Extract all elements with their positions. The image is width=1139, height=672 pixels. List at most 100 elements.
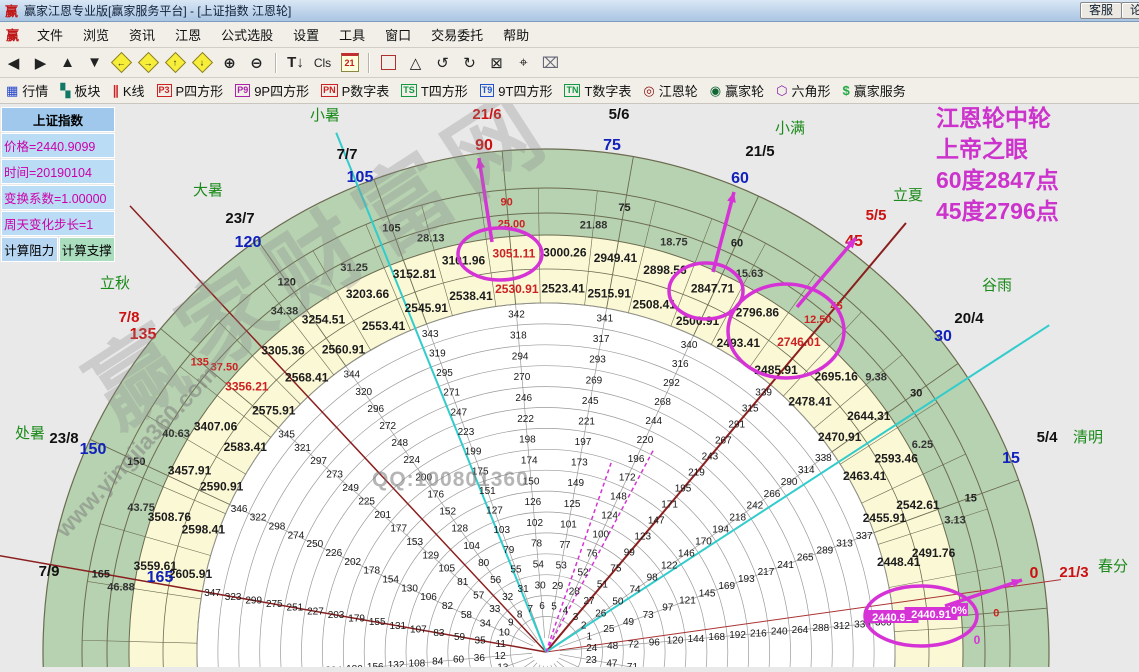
cls-button[interactable]: Cls	[310, 51, 335, 74]
axis-degree-label: 135	[130, 326, 157, 343]
spiral-number: 126	[525, 497, 542, 508]
spiral-number: 202	[344, 557, 361, 568]
menu-gann[interactable]: 江恩	[165, 23, 211, 46]
spiral-number: 1	[586, 631, 592, 642]
forum-button[interactable]: 论坛	[1120, 2, 1139, 19]
spiral-number: 200	[415, 472, 432, 483]
back-arrow-icon[interactable]: ◀	[1, 51, 26, 74]
tab-p-square[interactable]: P3 P四方形	[156, 81, 223, 100]
spiral-number: 195	[675, 484, 692, 495]
tab-t-number-table[interactable]: TN T数字表	[564, 81, 631, 100]
calc-resistance-button[interactable]: 计算阻力	[1, 237, 58, 262]
tab-sectors[interactable]: ▚ 板块	[60, 81, 100, 100]
spiral-number: 298	[269, 522, 286, 533]
price-field: 价格=2440.9099	[1, 133, 115, 158]
spiral-number: 6	[539, 601, 545, 612]
axis-date-label: 23/8	[49, 430, 78, 447]
menu-help[interactable]: 帮助	[493, 23, 539, 46]
spiral-number: 77	[559, 540, 571, 551]
spiral-number: 33	[489, 604, 501, 615]
spiral-number: 247	[450, 407, 467, 418]
spiral-number: 218	[729, 513, 746, 524]
diamond-right-icon[interactable]: →	[136, 51, 161, 74]
calendar-icon[interactable]: 21	[337, 51, 362, 74]
time-axis-icon[interactable]: T↓	[283, 51, 308, 74]
spiral-number: 128	[451, 524, 468, 535]
axis-degree-label: 30	[934, 328, 952, 345]
spiral-number: 240	[771, 627, 788, 638]
step-field: 周天变化步长=1	[1, 211, 115, 236]
tab-9t-square[interactable]: T9 9T四方形	[479, 81, 552, 100]
menu-file[interactable]: 文件	[27, 23, 73, 46]
tab-9p-square[interactable]: P9 9P四方形	[235, 81, 309, 100]
forward-arrow-icon[interactable]: ▶	[28, 51, 53, 74]
fit-window-icon[interactable]: ⊠	[484, 51, 509, 74]
tab-winner-wheel[interactable]: ◉ 赢家轮	[710, 81, 764, 100]
spiral-number: 72	[628, 639, 640, 650]
menu-logo-icon: 赢	[6, 28, 20, 43]
rotate-cw-icon[interactable]: ↻	[457, 51, 482, 74]
spiral-number: 49	[623, 617, 635, 628]
solar-term-label: 小满	[775, 120, 805, 137]
spiral-number: 197	[575, 437, 592, 448]
menu-formula-stock-picking[interactable]: 公式选股	[211, 23, 283, 46]
up-arrow-icon[interactable]: ▲	[55, 51, 80, 74]
calc-support-button[interactable]: 计算支撑	[58, 237, 115, 262]
menu-window[interactable]: 窗口	[375, 23, 421, 46]
spiral-number: 245	[582, 396, 599, 407]
spiral-number: 50	[612, 597, 624, 608]
zoom-out-icon[interactable]: ⊖	[244, 51, 269, 74]
tab-p-number-table[interactable]: PN P数字表	[321, 81, 389, 100]
crosshair-icon[interactable]: ⌖	[511, 51, 536, 74]
diamond-down-icon[interactable]: ↓	[190, 51, 215, 74]
triangle-tool-icon[interactable]: △	[403, 51, 428, 74]
price-ring-inner-value: 2568.41	[285, 371, 329, 385]
degree-ring-value: 15	[965, 492, 977, 504]
spiral-number: 32	[502, 592, 514, 603]
spiral-number: 201	[374, 510, 391, 521]
tab-winner-service[interactable]: $ 赢家服务	[843, 81, 906, 100]
spiral-number: 220	[637, 435, 654, 446]
spiral-number: 288	[813, 623, 830, 634]
tab-quotes[interactable]: ▦ 行情	[6, 81, 48, 100]
spiral-number: 107	[410, 624, 427, 635]
spiral-number: 226	[325, 548, 342, 559]
spiral-number: 251	[287, 603, 304, 614]
tab-hexagon[interactable]: ⬡ 六角形	[776, 81, 830, 100]
menu-news[interactable]: 资讯	[119, 23, 165, 46]
zoom-in-icon[interactable]: ⊕	[217, 51, 242, 74]
spiral-number: 4	[563, 605, 569, 616]
instrument-panel: 上证指数 价格=2440.9099 时间=20190104 变换系数=1.000…	[1, 107, 115, 262]
menu-browse[interactable]: 浏览	[73, 23, 119, 46]
menu-tools[interactable]: 工具	[329, 23, 375, 46]
spiral-number: 222	[517, 414, 534, 425]
spiral-number: 98	[647, 573, 659, 584]
degree-ring-value: 135	[191, 356, 209, 368]
menu-trading[interactable]: 交易委托	[421, 23, 493, 46]
square-tool-icon[interactable]	[376, 51, 401, 74]
menu-settings[interactable]: 设置	[283, 23, 329, 46]
diamond-left-icon[interactable]: ←	[109, 51, 134, 74]
spiral-number: 177	[390, 523, 407, 534]
spiral-number: 273	[326, 470, 343, 481]
price-ring-inner-value: 2523.41	[541, 281, 585, 295]
diamond-up-icon[interactable]: ↑	[163, 51, 188, 74]
spiral-number: 347	[204, 588, 221, 599]
spiral-number: 12	[495, 651, 507, 662]
customer-service-button[interactable]: 客服	[1079, 2, 1122, 19]
rotate-ccw-icon[interactable]: ↺	[430, 51, 455, 74]
spiral-number: 108	[409, 658, 426, 667]
dollar-icon: $	[842, 83, 850, 98]
spiral-number: 29	[552, 581, 564, 592]
percent-ring-value: 46.88	[107, 582, 135, 594]
spiral-number: 340	[681, 340, 698, 351]
down-arrow-icon[interactable]: ▼	[82, 51, 107, 74]
spiral-number: 75	[610, 564, 622, 575]
tab-gann-wheel[interactable]: ◎ 江恩轮	[643, 81, 697, 100]
highlighted-marker: 0	[974, 633, 981, 647]
spiral-number: 147	[648, 516, 665, 527]
spiral-number: 132	[388, 660, 405, 667]
tab-kline[interactable]: ∥ K线	[112, 81, 144, 100]
clear-drawings-icon[interactable]: ⌧	[538, 51, 563, 74]
tab-t-square[interactable]: TS T四方形	[401, 81, 468, 100]
